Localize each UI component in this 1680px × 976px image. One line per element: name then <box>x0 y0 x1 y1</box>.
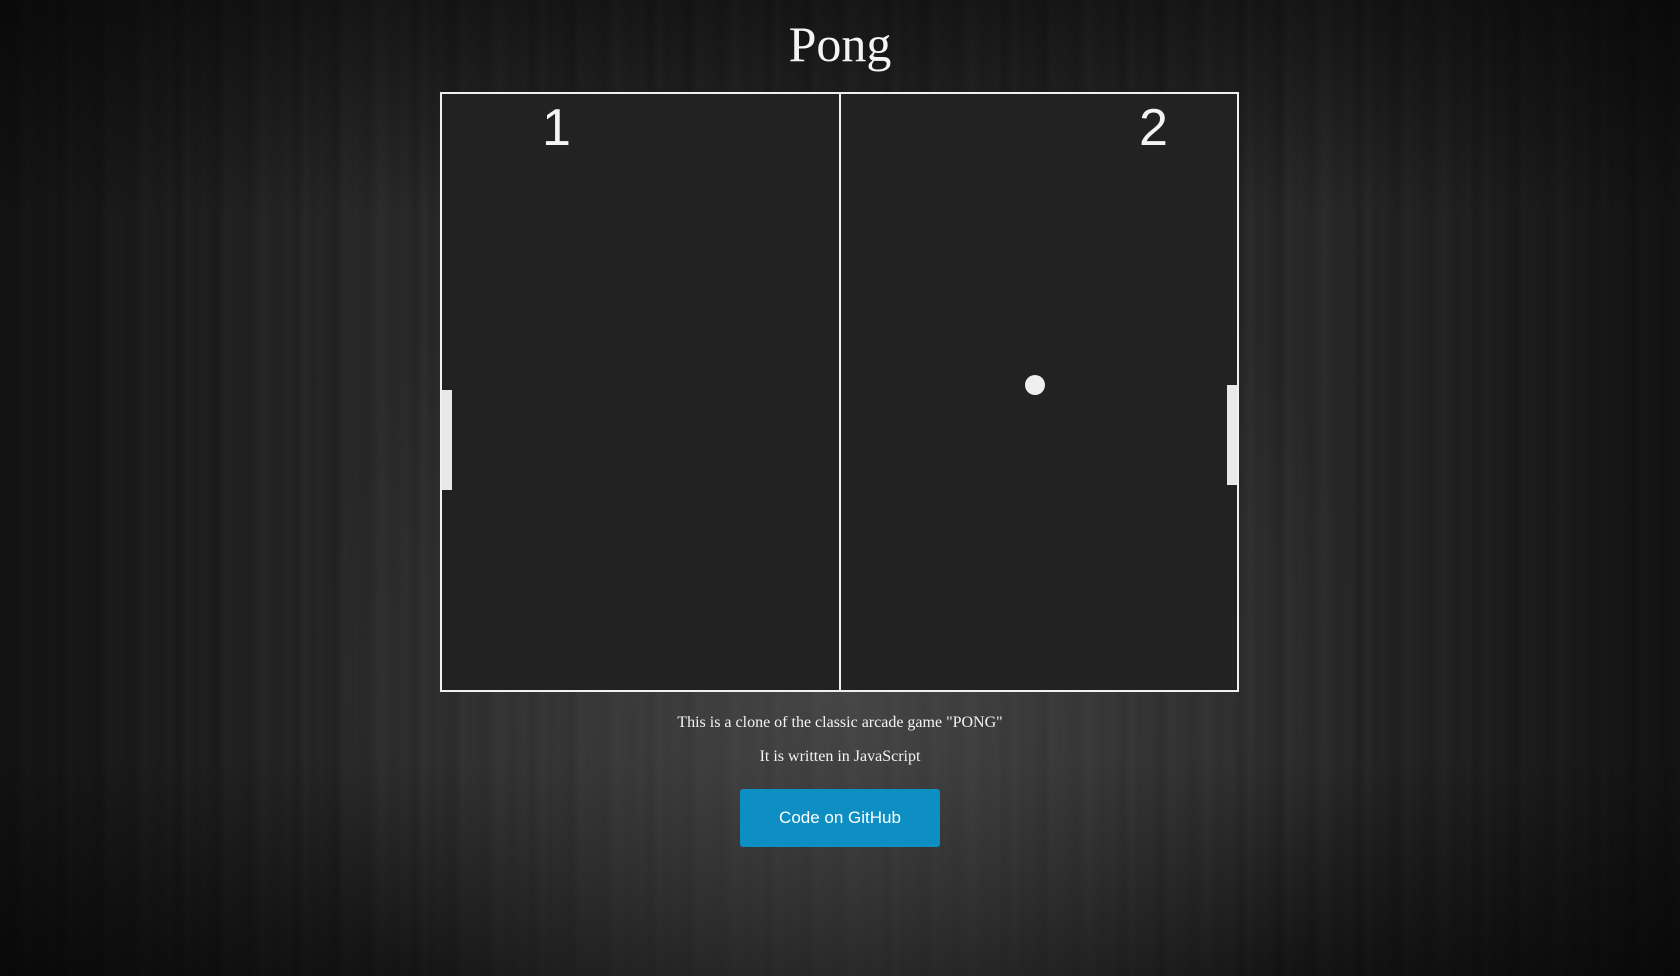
ball <box>1025 375 1045 395</box>
page-title: Pong <box>788 16 892 72</box>
score-left: 1 <box>542 99 571 157</box>
center-line <box>839 94 841 690</box>
score-right: 2 <box>1139 99 1168 157</box>
description-line-1: This is a clone of the classic arcade ga… <box>677 714 1003 731</box>
right-paddle <box>1227 385 1237 485</box>
left-paddle[interactable] <box>442 390 452 490</box>
description-line-2: It is written in JavaScript <box>759 748 921 765</box>
github-button[interactable]: Code on GitHub <box>740 789 940 847</box>
game-court[interactable]: 1 2 <box>440 92 1239 692</box>
